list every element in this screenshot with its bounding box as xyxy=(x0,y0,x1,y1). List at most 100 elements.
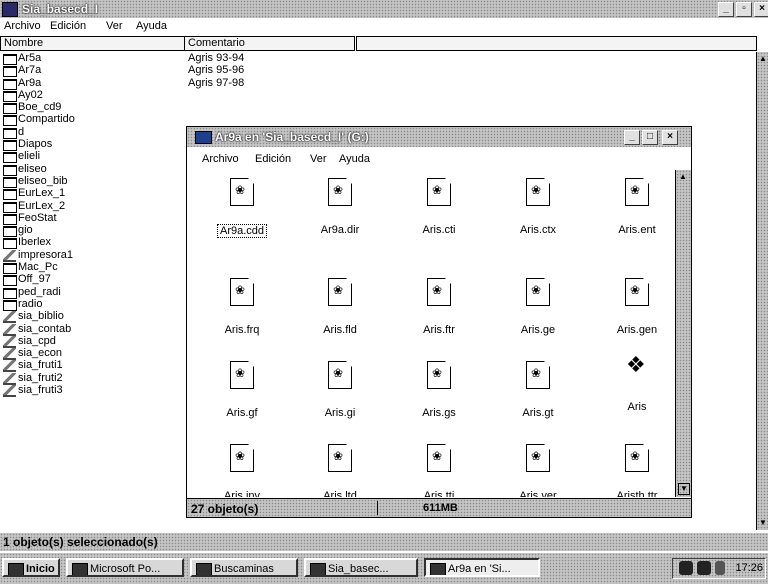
list-item[interactable]: eliseo xyxy=(0,163,184,176)
file-item[interactable]: Aris.ge xyxy=(498,278,578,336)
file-item[interactable]: Aris.gi xyxy=(300,361,380,419)
taskbar-button-minesweeper[interactable]: Buscaminas xyxy=(190,558,298,577)
list-item[interactable]: sia_biblio xyxy=(0,310,184,324)
list-item[interactable]: sia_fruti2 xyxy=(0,372,184,385)
list-item[interactable]: FeoStat xyxy=(0,212,184,225)
taskbar-button-sia-basecd[interactable]: Sia_basec... xyxy=(304,558,418,577)
main-vertical-scrollbar[interactable]: ▲ ▼ xyxy=(756,52,768,530)
scroll-down-icon[interactable]: ▼ xyxy=(758,518,768,528)
list-item[interactable]: d xyxy=(0,126,184,139)
network-icon[interactable] xyxy=(679,561,693,575)
list-item[interactable]: Off_97 xyxy=(0,273,184,287)
list-item[interactable]: Ar9a xyxy=(0,77,184,90)
child-minimize-button[interactable]: _ xyxy=(624,130,640,145)
minimize-button[interactable]: _ xyxy=(718,2,734,17)
menu-edicion[interactable]: Edición xyxy=(50,20,86,32)
file-item[interactable]: Aris.frq xyxy=(202,278,282,336)
file-item[interactable]: Aris.ftr xyxy=(399,278,479,336)
child-menu-edicion[interactable]: Edición xyxy=(255,153,291,165)
child-titlebar[interactable]: Ar9a en 'Sia_basecd_I' (G:) _ □ × xyxy=(187,127,691,147)
network-share-icon xyxy=(3,360,16,373)
list-item[interactable]: sia_fruti1 xyxy=(0,359,184,373)
list-item[interactable]: gio xyxy=(0,224,184,238)
status-divider xyxy=(377,501,378,515)
list-item[interactable]: Ar7a xyxy=(0,64,184,78)
child-vertical-scrollbar[interactable]: ▲ ▼ xyxy=(675,170,691,497)
menu-ayuda[interactable]: Ayuda xyxy=(136,20,167,32)
clock[interactable]: 17:26 xyxy=(735,562,763,574)
list-item[interactable]: elieli xyxy=(0,150,184,164)
list-item-label: elieli xyxy=(18,150,41,163)
scroll-down-icon[interactable]: ▼ xyxy=(678,483,690,495)
file-item[interactable]: Aris.ent xyxy=(597,178,675,236)
file-item[interactable]: Aris.ltd xyxy=(300,444,380,497)
scroll-up-icon[interactable]: ▲ xyxy=(679,172,687,181)
list-item-label: sia_contab xyxy=(18,322,72,335)
list-item[interactable]: sia_cpd xyxy=(0,335,184,348)
list-item[interactable]: Ar5a xyxy=(0,52,184,65)
column-header-name[interactable]: Nombre xyxy=(0,36,185,51)
comment-cell: Agris 97-98 xyxy=(188,76,245,89)
close-button[interactable]: × xyxy=(754,2,768,17)
child-menu-archivo[interactable]: Archivo xyxy=(202,153,239,165)
list-item-label: Boe_cd9 xyxy=(18,101,62,114)
file-item[interactable]: Ar9a.dir xyxy=(300,178,380,236)
list-item[interactable]: Mac_Pc xyxy=(0,261,184,275)
folder-window-icon xyxy=(195,131,212,144)
list-item[interactable]: Compartido xyxy=(0,113,184,127)
menu-ver[interactable]: Ver xyxy=(106,20,123,32)
list-item[interactable]: Boe_cd9 xyxy=(0,101,184,115)
file-item[interactable]: Aris.gf xyxy=(202,361,282,419)
drive-icon xyxy=(2,2,18,17)
list-item[interactable]: impresora1 xyxy=(0,249,184,262)
file-item[interactable]: Aris.inv xyxy=(202,444,282,497)
child-maximize-button[interactable]: □ xyxy=(642,130,658,145)
file-item[interactable]: Aris.ctx xyxy=(498,178,578,236)
list-item[interactable]: radio xyxy=(0,298,184,311)
scroll-up-icon[interactable]: ▲ xyxy=(758,54,768,64)
file-label: Aris.tti xyxy=(423,490,455,497)
list-item[interactable]: EurLex_2 xyxy=(0,200,184,213)
maximize-button[interactable]: ▫ xyxy=(736,2,752,17)
start-button[interactable]: Inicio xyxy=(2,558,60,577)
list-item[interactable]: Diapos xyxy=(0,138,184,152)
list-item[interactable]: sia_econ xyxy=(0,347,184,361)
start-label: Inicio xyxy=(26,563,55,575)
list-item[interactable]: sia_fruti3 xyxy=(0,384,184,398)
file-item[interactable]: Aris.gs xyxy=(399,361,479,419)
network-share-icon xyxy=(3,249,16,262)
network-share-icon xyxy=(3,385,16,398)
file-item[interactable]: Aristh.ttr xyxy=(597,444,675,497)
network-share-icon xyxy=(3,323,16,336)
main-titlebar[interactable]: Sia_basecd_I _ ▫ × xyxy=(0,0,768,18)
volume-icon[interactable] xyxy=(715,561,725,575)
child-close-button[interactable]: × xyxy=(662,130,678,145)
monitor-icon[interactable] xyxy=(697,561,711,575)
child-menu-ver[interactable]: Ver xyxy=(310,153,327,165)
file-icon xyxy=(328,278,352,306)
list-item[interactable]: EurLex_1 xyxy=(0,187,184,201)
file-grid: Ar9a.cdd Ar9a.dir Aris.cti Aris.ctx Aris.ent… xyxy=(187,170,675,497)
file-item[interactable]: Ar9a.cdd xyxy=(202,178,282,238)
list-item[interactable]: sia_contab xyxy=(0,322,184,336)
taskbar-button-ar9a[interactable]: Ar9a en 'Si... xyxy=(424,558,540,577)
file-item[interactable]: Aris.ver xyxy=(498,444,578,497)
column-header-empty[interactable] xyxy=(356,36,757,51)
list-item[interactable]: Iberlex xyxy=(0,236,184,250)
list-item[interactable]: eliseo_bib xyxy=(0,175,184,188)
menu-archivo[interactable]: Archivo xyxy=(4,20,41,32)
list-item[interactable]: ped_radi xyxy=(0,286,184,299)
child-menu-ayuda[interactable]: Ayuda xyxy=(339,153,370,165)
file-item[interactable]: Aris.tti xyxy=(399,444,479,497)
file-item[interactable]: Aris.gen xyxy=(597,278,675,336)
file-item[interactable]: Aris xyxy=(597,359,675,413)
child-window[interactable]: Ar9a en 'Sia_basecd_I' (G:) _ □ × Archiv… xyxy=(186,126,692,518)
file-item[interactable]: Aris.gt xyxy=(498,361,578,419)
file-icon xyxy=(427,444,451,472)
file-item[interactable]: Aris.cti xyxy=(399,178,479,236)
column-header-comment[interactable]: Comentario xyxy=(184,36,355,51)
file-item[interactable]: Aris.fld xyxy=(300,278,380,336)
taskbar-button-powerpoint[interactable]: Microsoft Po... xyxy=(66,558,184,577)
file-icon xyxy=(625,444,649,472)
list-item[interactable]: Ay02 xyxy=(0,89,184,102)
